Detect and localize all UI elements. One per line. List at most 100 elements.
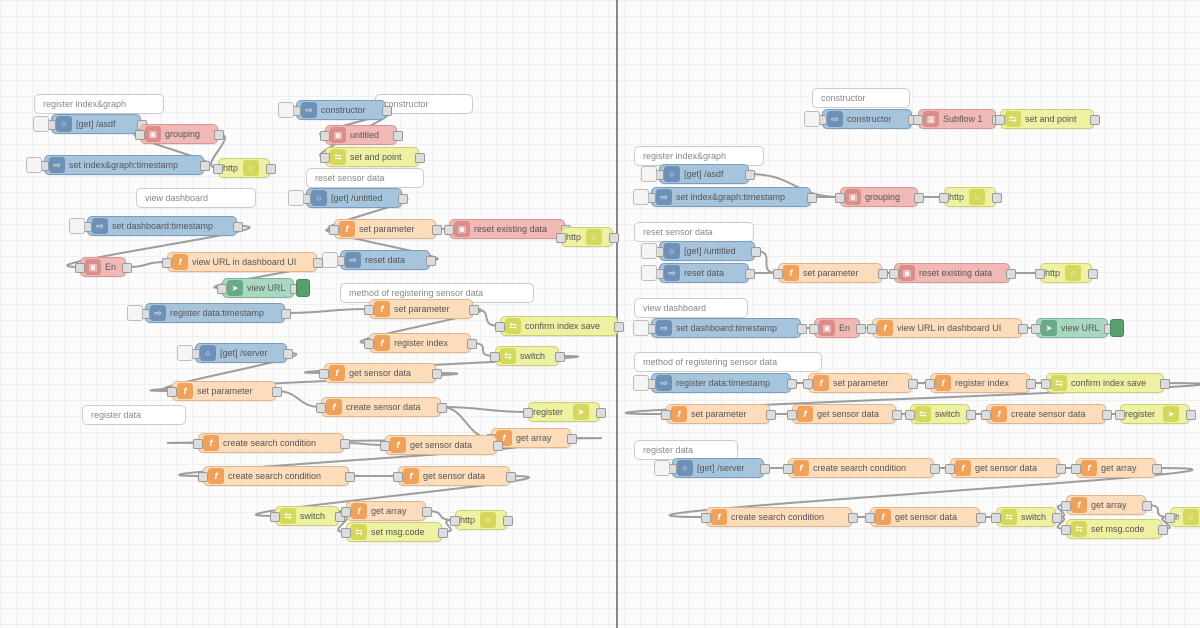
output-port[interactable] xyxy=(1052,513,1062,523)
comment-node[interactable]: method of registering sensor data xyxy=(634,352,822,372)
flow-node-r_http1[interactable]: http xyxy=(944,187,996,207)
input-port[interactable] xyxy=(1115,410,1125,420)
input-port[interactable] xyxy=(450,516,460,526)
output-port[interactable] xyxy=(503,516,513,526)
output-port[interactable] xyxy=(340,439,350,449)
output-port[interactable] xyxy=(281,309,291,319)
input-port[interactable] xyxy=(1035,269,1045,279)
flow-node-l_en[interactable]: En xyxy=(80,257,126,277)
flow-node-r_create_sensor[interactable]: create sensor data xyxy=(986,404,1106,424)
output-port[interactable] xyxy=(266,164,276,174)
output-port[interactable] xyxy=(1018,324,1028,334)
flow-node-r_get_asdf[interactable]: [get] /asdf xyxy=(659,164,749,184)
flow-node-l_grouping[interactable]: grouping xyxy=(140,124,218,144)
output-port[interactable] xyxy=(797,324,807,334)
output-port[interactable] xyxy=(426,256,436,266)
inject-trigger[interactable] xyxy=(69,218,85,234)
flow-node-r_constructor[interactable]: constructor xyxy=(822,109,912,129)
inject-trigger[interactable] xyxy=(804,111,820,127)
output-port[interactable] xyxy=(1142,501,1152,511)
input-port[interactable] xyxy=(701,513,711,523)
flow-node-r_reg_ts[interactable]: register data:timestamp xyxy=(651,373,791,393)
flow-node-r_get_server[interactable]: [get] /server xyxy=(672,458,764,478)
flow-node-r_reset_exist[interactable]: reset existing data xyxy=(894,263,1010,283)
flow-node-r_set_msg[interactable]: set msg.code xyxy=(1066,519,1162,539)
output-port[interactable] xyxy=(807,193,817,203)
flow-node-l_get_sensor1[interactable]: get sensor data xyxy=(324,363,436,383)
input-port[interactable] xyxy=(783,464,793,474)
input-port[interactable] xyxy=(913,115,923,125)
input-port[interactable] xyxy=(135,130,145,140)
flow-node-r_set_and_point[interactable]: set and point xyxy=(1000,109,1094,129)
output-port[interactable] xyxy=(432,369,442,379)
flow-node-l_reg_index[interactable]: register index xyxy=(369,333,471,353)
flow-node-r_grouping[interactable]: grouping xyxy=(840,187,918,207)
inject-trigger[interactable] xyxy=(633,320,649,336)
flow-node-r_view_url_ui[interactable]: view URL in dashboard UI xyxy=(872,318,1022,338)
flow-node-l_get_asdf[interactable]: [get] /asdf xyxy=(51,114,141,134)
output-port[interactable] xyxy=(908,379,918,389)
input-port[interactable] xyxy=(945,464,955,474)
output-port[interactable] xyxy=(122,263,132,273)
comment-node[interactable]: constructor xyxy=(812,88,910,108)
output-port[interactable] xyxy=(596,408,606,418)
output-port[interactable] xyxy=(976,513,986,523)
output-port[interactable] xyxy=(283,349,293,359)
flow-node-l_csc2[interactable]: create search condition xyxy=(203,466,349,486)
flow-node-r_set_dash[interactable]: set dashboard:timestamp xyxy=(651,318,801,338)
flow-node-l_get_sensor3[interactable]: get sensor data xyxy=(398,466,510,486)
output-port[interactable] xyxy=(493,441,503,451)
output-port[interactable] xyxy=(214,130,224,140)
inject-trigger[interactable] xyxy=(641,265,657,281)
flow-node-r_switch1[interactable]: switch xyxy=(910,404,970,424)
input-port[interactable] xyxy=(75,263,85,273)
comment-node[interactable]: register index&graph xyxy=(34,94,164,114)
input-port[interactable] xyxy=(995,115,1005,125)
output-port[interactable] xyxy=(1088,269,1098,279)
input-port[interactable] xyxy=(803,379,813,389)
flow-node-l_set_dash[interactable]: set dashboard:timestamp xyxy=(87,216,237,236)
input-port[interactable] xyxy=(1041,379,1051,389)
inject-trigger[interactable] xyxy=(288,190,304,206)
flow-node-r_reset_data[interactable]: reset data xyxy=(659,263,749,283)
output-port[interactable] xyxy=(878,269,888,279)
input-port[interactable] xyxy=(341,507,351,517)
flow-node-l_http2[interactable]: http xyxy=(561,227,613,247)
flow-node-r_confirm[interactable]: confirm index save xyxy=(1046,373,1164,393)
output-port[interactable] xyxy=(766,410,776,420)
input-port[interactable] xyxy=(320,153,330,163)
inject-trigger[interactable] xyxy=(26,157,42,173)
input-port[interactable] xyxy=(316,403,326,413)
comment-node[interactable]: reset sensor data xyxy=(634,222,754,242)
flow-node-l_create_sensor[interactable]: create sensor data xyxy=(321,397,441,417)
input-port[interactable] xyxy=(393,472,403,482)
inject-trigger[interactable] xyxy=(654,460,670,476)
comment-node[interactable]: view dashboard xyxy=(634,298,748,318)
inject-trigger[interactable] xyxy=(633,375,649,391)
inject-trigger[interactable] xyxy=(641,166,657,182)
output-port[interactable] xyxy=(614,322,624,332)
comment-node[interactable]: register data xyxy=(634,440,738,460)
input-port[interactable] xyxy=(341,528,351,538)
output-port[interactable] xyxy=(1158,525,1168,535)
output-port[interactable] xyxy=(345,472,355,482)
output-port[interactable] xyxy=(848,513,858,523)
flow-node-r_set_param2[interactable]: set parameter xyxy=(808,373,912,393)
flow-node-l_untitled[interactable]: untitled xyxy=(325,125,397,145)
input-port[interactable] xyxy=(193,439,203,449)
input-port[interactable] xyxy=(320,131,330,141)
input-port[interactable] xyxy=(889,269,899,279)
flow-node-r_reg_index[interactable]: register index xyxy=(930,373,1030,393)
flow-node-l_get_array1[interactable]: get array xyxy=(491,428,571,448)
flow-node-l_csc1[interactable]: create search condition xyxy=(198,433,344,453)
flow-node-r_view_url[interactable]: view URL xyxy=(1036,318,1108,338)
flow-node-l_set_param3[interactable]: set parameter xyxy=(172,381,276,401)
output-port[interactable] xyxy=(437,403,447,413)
input-port[interactable] xyxy=(380,441,390,451)
output-port[interactable] xyxy=(200,161,210,171)
input-port[interactable] xyxy=(865,513,875,523)
input-port[interactable] xyxy=(556,233,566,243)
flow-node-l_get_sensor2[interactable]: get sensor data xyxy=(385,435,497,455)
flow-node-r_http2[interactable]: http xyxy=(1040,263,1092,283)
flow-node-l_get_untitled[interactable]: [get] /untitled xyxy=(306,188,402,208)
